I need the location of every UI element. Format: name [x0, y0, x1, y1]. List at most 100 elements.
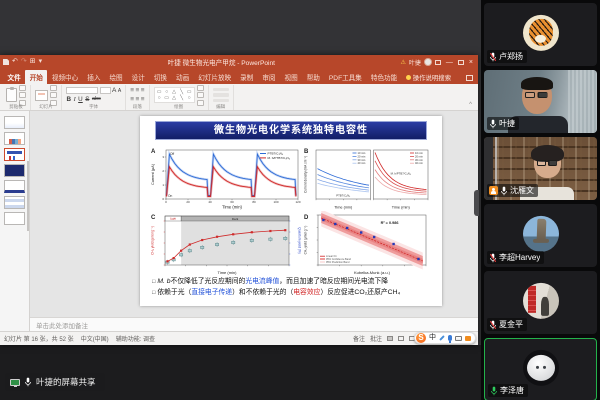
participant-tile[interactable]: 李超Harvey: [484, 204, 597, 267]
restore-button[interactable]: [458, 60, 464, 65]
ribbon-tab[interactable]: 插入: [83, 70, 105, 85]
ribbon-tab-bar: 文件开始视频中心插入绘图设计切换动画幻灯片放映录制审阅视图帮助PDF工具集特色功…: [0, 69, 478, 84]
slide[interactable]: 微生物光电化学系统独特电容性 0204060801001200123PTB7/C…: [140, 116, 442, 306]
ribbon-tab[interactable]: 审阅: [258, 70, 280, 85]
minimize-button[interactable]: —: [444, 59, 455, 66]
slide-thumbnail[interactable]: [4, 196, 25, 209]
layout-button[interactable]: [50, 85, 57, 91]
soft-keyboard-icon[interactable]: [455, 336, 462, 341]
participant-tile[interactable]: 卢郑扬: [484, 3, 597, 66]
chinese-mode-icon[interactable]: 中: [429, 333, 436, 343]
undo-button[interactable]: ↶: [12, 58, 18, 66]
participant-tile[interactable]: 沈雁文: [484, 137, 597, 200]
numbering-button[interactable]: ≡: [135, 87, 139, 94]
cut-button[interactable]: [19, 85, 26, 91]
svg-text:3: 3: [162, 155, 164, 159]
tell-me-search[interactable]: 操作说明搜索: [406, 73, 451, 84]
panel-collapse-handle[interactable]: [474, 190, 479, 216]
participant-tile[interactable]: 夏金平: [484, 271, 597, 334]
bullets-button[interactable]: ≡: [130, 87, 134, 94]
ribbon-tab[interactable]: 开始: [25, 70, 47, 85]
reset-button[interactable]: [50, 92, 57, 98]
bullet-line: □M. b不仅降低了光反应期间的光电流峰值，而且加速了暗反应期间光电流下降: [152, 277, 432, 288]
arrange-button[interactable]: [197, 85, 204, 91]
notes-toggle[interactable]: 备注: [353, 334, 365, 343]
slide-thumbnail[interactable]: [4, 180, 25, 193]
svg-text:40 min: 40 min: [358, 161, 366, 165]
ribbon-tab[interactable]: 视频中心: [47, 70, 82, 85]
ribbon-tab[interactable]: 录制: [236, 70, 258, 85]
copy-button[interactable]: [19, 92, 26, 98]
voice-input-icon[interactable]: [448, 335, 452, 341]
font-size-select[interactable]: [100, 87, 111, 94]
ribbon-display-button[interactable]: [435, 60, 441, 65]
ribbon-tab[interactable]: 幻灯片放映: [194, 70, 236, 85]
start-slideshow-button[interactable]: ⊞: [30, 58, 36, 66]
font-style-button[interactable]: B: [66, 96, 72, 103]
new-slide-button[interactable]: [35, 90, 48, 101]
account-name[interactable]: 叶捷: [409, 58, 421, 67]
participant-name: 叶捷: [499, 118, 515, 129]
ribbon-tab[interactable]: 切换: [149, 70, 171, 85]
handwriting-icon[interactable]: [439, 335, 445, 341]
slide-thumbnail[interactable]: [4, 164, 25, 177]
indent-button[interactable]: ≡: [141, 87, 145, 94]
align-center-button[interactable]: ≡: [135, 96, 139, 103]
slide-thumbnail-panel: [0, 111, 30, 331]
align-right-button[interactable]: ≡: [141, 96, 145, 103]
participant-tile[interactable]: 叶捷: [484, 70, 597, 133]
screen-share-label: 叶捷的屏幕共享: [36, 376, 96, 388]
grow-font-button[interactable]: A: [112, 87, 116, 94]
notes-pane[interactable]: 单击此处添加备注: [30, 317, 478, 331]
font-style-button[interactable]: I: [73, 96, 76, 103]
participant-avatar: [523, 215, 559, 251]
share-window-icon[interactable]: [466, 75, 473, 81]
font-name-select[interactable]: [66, 87, 98, 94]
accessibility-status[interactable]: 辅助功能: 调查: [116, 334, 155, 343]
shrink-font-button[interactable]: A: [118, 88, 121, 94]
slide-thumbnail[interactable]: [4, 132, 25, 145]
comments-toggle[interactable]: 批注: [370, 334, 382, 343]
font-style-button[interactable]: S: [85, 96, 90, 103]
participant-tile[interactable]: 李泽唐: [484, 338, 597, 400]
slide-sorter-view-button[interactable]: [398, 336, 404, 341]
ribbon-tab[interactable]: 文件: [3, 70, 25, 85]
slide-thumbnail[interactable]: [4, 116, 25, 129]
align-left-button[interactable]: ≡: [130, 96, 134, 103]
shapes-gallery[interactable]: ▭○△╲▭ ○▭△╲○: [154, 87, 195, 104]
normal-view-button[interactable]: [387, 336, 393, 341]
select-button[interactable]: [213, 99, 229, 103]
account-avatar[interactable]: [424, 58, 432, 66]
ribbon-tab[interactable]: 帮助: [302, 70, 324, 85]
collapse-ribbon-button[interactable]: ^: [465, 102, 476, 110]
ribbon-tab[interactable]: 特色功能: [366, 70, 401, 85]
svg-text:80: 80: [252, 200, 256, 204]
svg-text:Kubelka-Munk (a.u.): Kubelka-Munk (a.u.): [354, 270, 391, 275]
replace-button[interactable]: [213, 93, 229, 97]
save-icon[interactable]: [3, 59, 9, 65]
input-method-toolbar: S 中: [414, 332, 476, 344]
slide-thumbnail[interactable]: [4, 148, 25, 161]
close-button[interactable]: ×: [467, 59, 475, 66]
quick-styles-button[interactable]: [197, 92, 204, 98]
ribbon-tab[interactable]: 绘图: [105, 70, 127, 85]
svg-text:B: B: [304, 149, 309, 155]
svg-text:1: 1: [162, 183, 164, 187]
toolbox-icon[interactable]: [465, 336, 471, 341]
font-style-button[interactable]: abc: [91, 96, 101, 103]
font-style-button[interactable]: U: [78, 96, 84, 103]
ribbon-tab[interactable]: 设计: [127, 70, 149, 85]
redo-button[interactable]: ↷: [21, 58, 27, 66]
svg-text:0: 0: [165, 200, 167, 204]
sogou-logo-icon[interactable]: S: [416, 333, 426, 343]
paste-button[interactable]: [6, 88, 17, 102]
ribbon-tab[interactable]: PDF工具集: [324, 70, 366, 85]
slide-thumbnail[interactable]: [4, 212, 25, 225]
language-indicator[interactable]: 中文(中国): [81, 334, 109, 343]
participant-name: 沈雁文: [510, 185, 534, 196]
ribbon-tab[interactable]: 动画: [172, 70, 194, 85]
figure-grid: 0204060801001200123PTB7/C₃N₄M. b/PTB7/C₃…: [149, 144, 433, 275]
find-button[interactable]: [213, 88, 229, 92]
ribbon-tab[interactable]: 视图: [280, 70, 302, 85]
ribbon: 剪贴板 幻灯片 A: [0, 84, 478, 111]
